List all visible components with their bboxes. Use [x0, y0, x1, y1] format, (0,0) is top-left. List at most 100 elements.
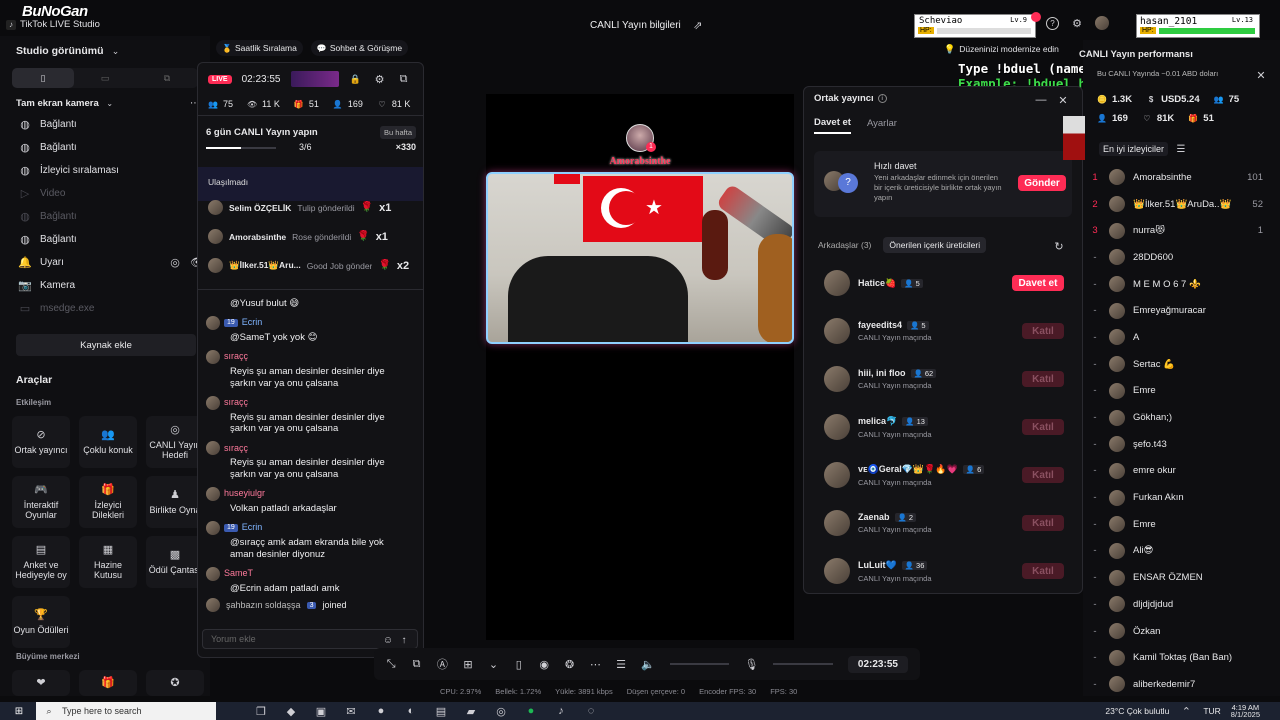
comment-input[interactable]: Yorum ekle ☺ ↑ — [202, 629, 418, 649]
crop-icon[interactable]: ⤡ — [386, 657, 396, 671]
profile-avatar[interactable] — [1095, 16, 1109, 30]
chat-call-tab[interactable]: 💬 Sohbet & Görüşme — [310, 40, 409, 56]
chevron-up-icon[interactable]: ⌃ — [1179, 704, 1193, 718]
tool-trophy[interactable]: 🏆 Oyun Ödülleri — [12, 596, 70, 648]
viewer-row[interactable]: - Furkan Akın — [1083, 484, 1263, 511]
chat-username[interactable]: huseyiulgr — [224, 488, 265, 499]
weekly-goal[interactable]: 6 gün CANLI Yayın yapın Bu hafta 3/6 ×33… — [206, 126, 416, 152]
share-icon[interactable]: ⇗ — [691, 18, 705, 32]
viewer-row[interactable]: - Kamil Toktaş (Ban Ban) — [1083, 644, 1263, 671]
tool-person[interactable]: ♟ Birlikte Oyna — [146, 476, 204, 528]
live-info-header[interactable]: CANLI Yayın bilgileri ⇗ — [590, 18, 705, 32]
viewer-row[interactable]: - Emre — [1083, 378, 1263, 405]
viewer-row[interactable]: - 28DD600 — [1083, 244, 1263, 271]
join-button[interactable]: Katıl — [1022, 515, 1064, 531]
viewer-row[interactable]: - emre okur — [1083, 458, 1263, 485]
ai-icon[interactable]: Ⓐ — [437, 657, 448, 671]
source-item[interactable]: ▷ Video — [0, 182, 210, 205]
close-icon[interactable]: ✕ — [1056, 93, 1070, 107]
viewer-row[interactable]: - Emreyağmuracar — [1083, 297, 1263, 324]
tool-box[interactable]: ▩ Ödül Çantası — [146, 536, 204, 588]
landscape-tab[interactable]: ▭ — [74, 68, 136, 88]
tool-gift[interactable]: 🎁 İzleyici Dilekleri — [79, 476, 137, 528]
send-button[interactable]: Gönder — [1018, 175, 1066, 191]
tool-target[interactable]: ◎ CANLI Yayın Hedefi — [146, 416, 204, 468]
viewer-row[interactable]: - şefo.t43 — [1083, 431, 1263, 458]
language[interactable]: TUR — [1203, 706, 1220, 716]
volume-slider[interactable] — [669, 663, 730, 665]
weather-text[interactable]: 23°C Çok bulutlu — [1105, 706, 1169, 716]
join-button[interactable]: Katıl — [1022, 323, 1064, 339]
viewer-row[interactable]: - ENSAR ÖZMEN — [1083, 564, 1263, 591]
clock[interactable]: 4:19 AM 8/1/2025 — [1231, 703, 1260, 719]
task-view-icon[interactable]: ❐ — [254, 704, 268, 718]
join-button[interactable]: Katıl — [1022, 419, 1064, 435]
microphone-icon[interactable]: 🎙 — [744, 657, 758, 671]
target-icon[interactable]: ◎ — [168, 256, 182, 270]
popout-icon[interactable]: ⧉ — [397, 72, 411, 86]
emoji-icon[interactable]: ☺ — [381, 633, 395, 647]
mail-icon[interactable]: ✉ — [344, 704, 358, 718]
tab-friends[interactable]: Arkadaşlar (3) — [814, 237, 875, 253]
growth-tool-3[interactable]: ✪ — [146, 670, 204, 696]
taskbar-search[interactable]: ⌕ Type here to search — [36, 702, 216, 720]
viewer-row[interactable]: - Gökhan;) — [1083, 404, 1263, 431]
chat-username[interactable]: SameT — [224, 568, 253, 579]
viewer-row[interactable]: - Özkan — [1083, 618, 1263, 645]
source-item[interactable]: ◍ Bağlantı — [0, 136, 210, 159]
send-arrow-icon[interactable]: ↑ — [397, 633, 411, 647]
viewer-row[interactable]: 2 👑İlker.51👑AruDa..👑 52 — [1083, 191, 1263, 218]
add-layer-icon[interactable]: ⊞ — [463, 657, 473, 671]
tab-invite[interactable]: Davet et — [814, 117, 851, 134]
chat-username[interactable]: Ecrin — [242, 522, 263, 533]
phone-icon[interactable]: ▯ — [514, 657, 524, 671]
volume-icon[interactable]: 🔈 — [641, 657, 655, 671]
studio-view-dropdown[interactable]: Studio görünümü ⌄ — [16, 44, 122, 58]
tool-link[interactable]: ⊘ Ortak yayıncı — [12, 416, 70, 468]
tab-settings[interactable]: Ayarlar — [867, 118, 897, 133]
list-icon[interactable]: ☰ — [1174, 142, 1188, 156]
app-icon[interactable]: ◐ — [404, 704, 418, 718]
hourly-ranking-tab[interactable]: 🥇 Saatlik Sıralama — [216, 40, 303, 56]
spotify-icon[interactable]: ● — [524, 704, 538, 718]
tool-group[interactable]: 👥 Çoklu konuk — [79, 416, 137, 468]
viewer-row[interactable]: - M E M O 6 7 ⚜️ — [1083, 271, 1263, 298]
modernize-hint[interactable]: 💡 Düzeninizi modernize edin — [944, 42, 1059, 56]
store-icon[interactable]: ▣ — [314, 704, 328, 718]
tool-gamepad[interactable]: 🎮 İnteraktif Oyunlar — [12, 476, 70, 528]
invite-button[interactable]: Davet et — [1012, 275, 1064, 291]
help-icon[interactable]: ? — [1046, 16, 1059, 30]
viewer-row[interactable]: - Ali😎 — [1083, 538, 1263, 565]
join-button[interactable]: Katıl — [1022, 371, 1064, 387]
app-icon[interactable]: ▤ — [434, 704, 448, 718]
folder-icon[interactable]: ▰ — [464, 704, 478, 718]
join-button[interactable]: Katıl — [1022, 467, 1064, 483]
growth-tool-1[interactable]: ❤ — [12, 670, 70, 696]
chat-username[interactable]: sıraçç — [224, 443, 248, 454]
add-source-button[interactable]: Kaynak ekle — [16, 334, 196, 356]
tool-chest[interactable]: ▦ Hazine Kutusu — [79, 536, 137, 588]
source-item[interactable]: 📷 Kamera — [0, 274, 210, 297]
record-icon[interactable]: ◉ — [539, 657, 549, 671]
chat-username[interactable]: sıraçç — [224, 397, 248, 408]
top-viewers-title[interactable]: En iyi izleyiciler — [1099, 142, 1169, 156]
settings-gear-icon[interactable]: ⚙ — [373, 72, 387, 86]
source-item[interactable]: ◍ Bağlantı — [0, 205, 210, 228]
mic-slider[interactable] — [773, 663, 833, 665]
chevron-icon[interactable]: ⌄ — [488, 657, 498, 671]
viewer-row[interactable]: -A — [1083, 324, 1263, 351]
windows-start-icon[interactable]: ⊞ — [12, 704, 26, 718]
viewer-row[interactable]: - dljdjdjdud — [1083, 591, 1263, 618]
close-icon[interactable]: ✕ — [1254, 68, 1268, 82]
chat-username[interactable]: Ecrin — [242, 317, 263, 328]
viewer-row[interactable]: - Sertac 💪 — [1083, 351, 1263, 378]
app-icon[interactable]: ● — [374, 704, 388, 718]
tiktok-icon[interactable]: ♪ — [554, 704, 568, 718]
app-icon[interactable]: ◌ — [584, 704, 598, 718]
source-item[interactable]: ◍ Bağlantı — [0, 228, 210, 251]
tab-suggested[interactable]: Önerilen içerik üreticileri — [883, 237, 987, 253]
viewer-row[interactable]: - aliberkedemir7 — [1083, 671, 1263, 698]
minimize-icon[interactable]: — — [1034, 93, 1048, 107]
lock-icon[interactable]: 🔒 — [349, 72, 363, 86]
info-icon[interactable]: i — [877, 94, 887, 103]
